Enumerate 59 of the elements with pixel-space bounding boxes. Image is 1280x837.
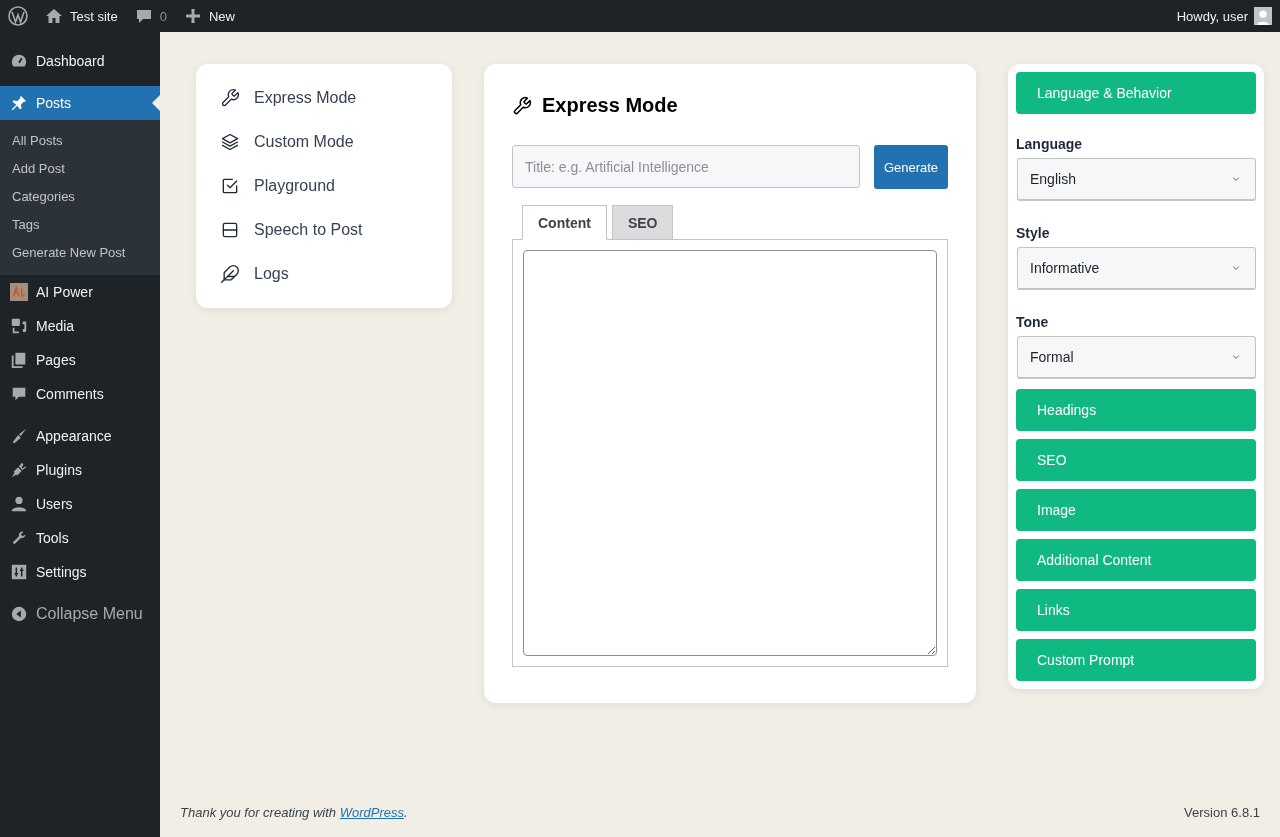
account-link[interactable]: Howdy, user bbox=[1168, 0, 1280, 32]
version-text: Version 6.8.1 bbox=[1184, 804, 1260, 820]
media-icon bbox=[10, 317, 28, 335]
field-label: Tone bbox=[1016, 314, 1050, 330]
pages-icon bbox=[10, 351, 28, 369]
wrench-icon bbox=[512, 95, 532, 116]
submenu-item[interactable]: Tags bbox=[0, 211, 160, 239]
mode-menu-item[interactable]: Logs bbox=[196, 252, 452, 296]
split-square-icon bbox=[220, 220, 240, 240]
sidebar-item[interactable]: Tools bbox=[0, 521, 160, 555]
title-field[interactable]: Title: e.g. Artificial Intelligence bbox=[512, 145, 860, 188]
home-icon bbox=[44, 6, 64, 26]
pushpin-icon bbox=[10, 94, 28, 112]
wrench-icon bbox=[10, 529, 28, 547]
sidebar-item[interactable]: Posts bbox=[0, 86, 160, 120]
sidebar-item[interactable]: Media bbox=[0, 309, 160, 343]
site-link[interactable]: Test site bbox=[36, 0, 126, 32]
submenu-item[interactable]: Generate New Post bbox=[0, 239, 160, 267]
wordpress-logo-icon bbox=[8, 6, 28, 26]
person-icon bbox=[10, 495, 28, 513]
sidebar-item[interactable]: Users bbox=[0, 487, 160, 521]
generate-button[interactable]: Generate bbox=[874, 145, 948, 189]
sidebar-item[interactable]: Comments bbox=[0, 377, 160, 411]
dropdown[interactable]: Informative bbox=[1017, 247, 1256, 290]
feather-icon bbox=[220, 264, 240, 284]
footer-credit-text: Thank you for creating with WordPress. bbox=[180, 804, 408, 820]
mode-menu-item[interactable]: Playground bbox=[196, 164, 452, 208]
wrench-icon bbox=[220, 88, 240, 108]
page-heading: Express Mode bbox=[542, 94, 678, 117]
submenu-item[interactable]: All Posts bbox=[0, 127, 160, 155]
new-content-link[interactable]: New bbox=[174, 0, 243, 32]
mode-menu-item[interactable]: Express Mode bbox=[196, 76, 452, 120]
speech-bubble-icon bbox=[10, 385, 28, 403]
avatar-icon bbox=[1254, 7, 1272, 25]
mode-menu-item[interactable]: Speech to Post bbox=[196, 208, 452, 252]
tab[interactable]: SEO bbox=[611, 205, 674, 240]
submenu-item[interactable]: Add Post bbox=[0, 155, 160, 183]
submenu-item[interactable]: Categories bbox=[0, 183, 160, 211]
layers-icon bbox=[220, 132, 240, 152]
sidebar-item[interactable]: Dashboard bbox=[0, 44, 160, 78]
plug-icon bbox=[10, 461, 28, 479]
paintbrush-icon bbox=[10, 427, 28, 445]
wordpress-link[interactable]: WordPress bbox=[339, 804, 404, 820]
dropdown[interactable]: English bbox=[1017, 158, 1256, 201]
sidebar-item[interactable]: Settings bbox=[0, 555, 160, 589]
tab[interactable]: Content bbox=[522, 205, 607, 240]
field-label: Language bbox=[1016, 136, 1084, 152]
sidebar-item[interactable]: Appearance bbox=[0, 419, 160, 453]
collapse-menu-button[interactable]: Collapse Menu bbox=[0, 597, 160, 631]
sliders-icon bbox=[10, 563, 28, 581]
comments-link[interactable]: 0 bbox=[125, 0, 175, 32]
checkbox-icon bbox=[220, 176, 240, 196]
mode-menu-item[interactable]: Custom Mode bbox=[196, 120, 452, 164]
dropdown[interactable]: Formal bbox=[1017, 336, 1256, 379]
sidebar-item[interactable]: Pages bbox=[0, 343, 160, 377]
sidebar-item[interactable]: Plugins bbox=[0, 453, 160, 487]
sidebar-item[interactable]: AI Power bbox=[0, 275, 160, 309]
field-label: Style bbox=[1016, 225, 1051, 241]
ai-logo-icon bbox=[10, 283, 28, 301]
